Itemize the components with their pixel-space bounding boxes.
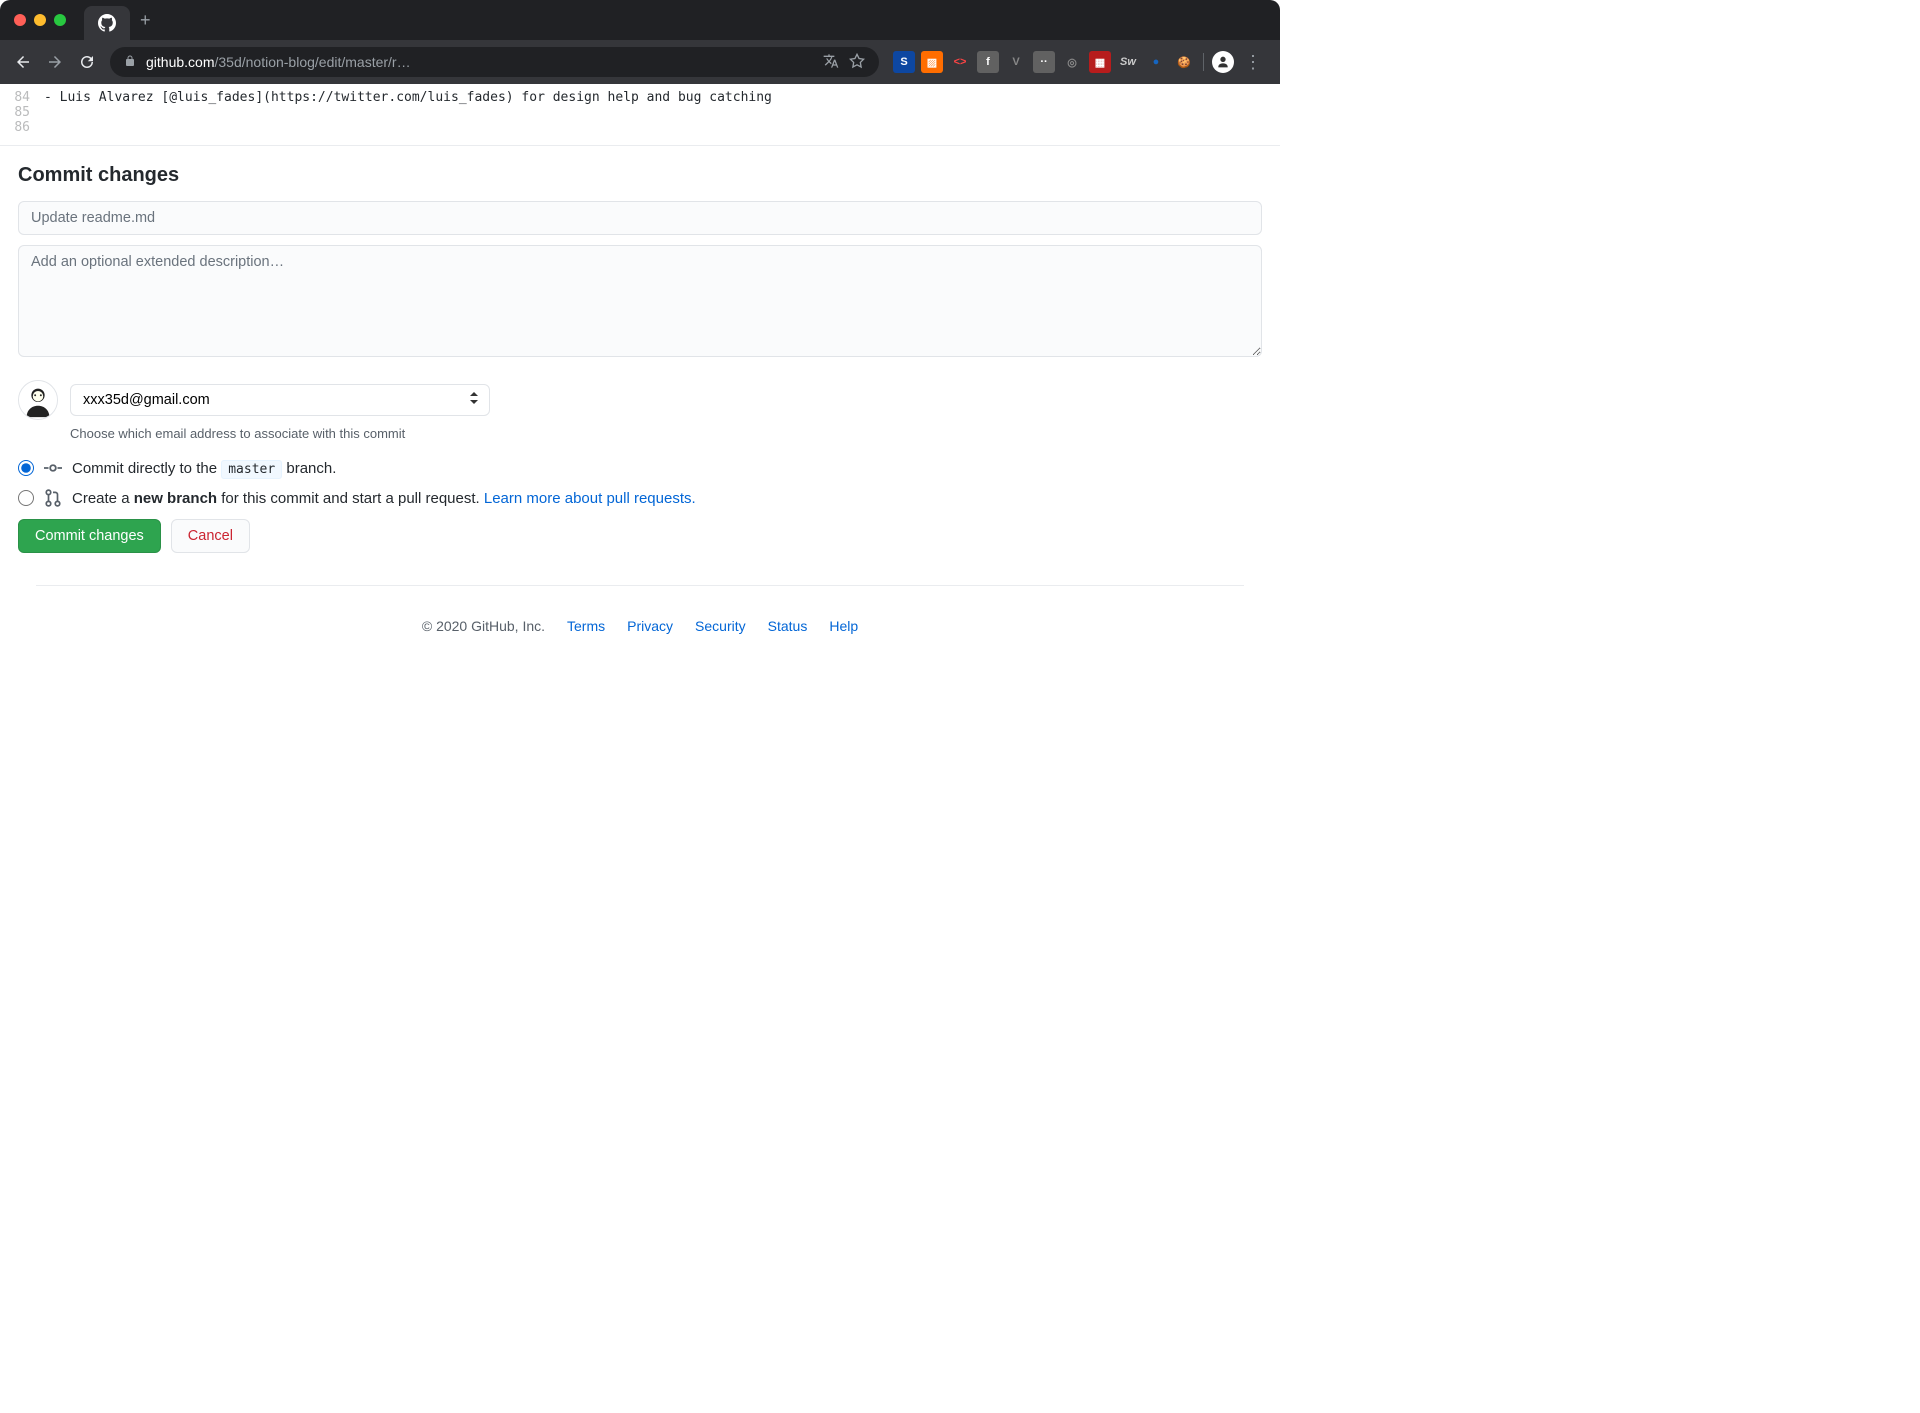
line-number: 86: [10, 120, 44, 135]
translate-icon[interactable]: [823, 53, 839, 72]
commit-new-branch-radio[interactable]: [18, 490, 34, 506]
ext-icon[interactable]: Sw: [1117, 51, 1139, 73]
commit-description-textarea[interactable]: [18, 245, 1262, 357]
reload-button[interactable]: [78, 53, 96, 71]
ext-icon[interactable]: S: [893, 51, 915, 73]
ext-icon[interactable]: ◎: [1061, 51, 1083, 73]
commit-direct-radio[interactable]: [18, 460, 34, 476]
commit-email-select[interactable]: xxx35d@gmail.com: [70, 384, 490, 416]
git-commit-icon: [44, 459, 62, 477]
back-button[interactable]: [14, 53, 32, 71]
footer-link-security[interactable]: Security: [695, 618, 746, 634]
code-editor-area[interactable]: 84- Luis Alvarez [@luis_fades](https://t…: [0, 84, 1280, 146]
ext-icon[interactable]: 🍪: [1173, 51, 1195, 73]
commit-direct-radio-row[interactable]: Commit directly to the master branch.: [18, 459, 1262, 477]
footer-link-privacy[interactable]: Privacy: [627, 618, 673, 634]
ext-icon[interactable]: ●: [1145, 51, 1167, 73]
commit-changes-button[interactable]: Commit changes: [18, 519, 161, 553]
window-minimize-button[interactable]: [34, 14, 46, 26]
github-icon: [98, 14, 116, 32]
bookmark-star-icon[interactable]: [849, 53, 865, 72]
new-tab-button[interactable]: +: [140, 10, 151, 31]
browser-toolbar: github.com/35d/notion-blog/edit/master/r…: [0, 40, 1280, 84]
commit-heading: Commit changes: [18, 164, 1262, 187]
ext-icon[interactable]: V: [1005, 51, 1027, 73]
window-zoom-button[interactable]: [54, 14, 66, 26]
line-number: 84: [10, 90, 44, 105]
lock-icon: [124, 54, 136, 70]
profile-avatar-button[interactable]: [1212, 51, 1234, 73]
footer-copyright: © 2020 GitHub, Inc.: [422, 618, 545, 634]
email-help-text: Choose which email address to associate …: [70, 426, 1262, 441]
ext-icon[interactable]: <>: [949, 51, 971, 73]
browser-menu-button[interactable]: ⋮: [1240, 52, 1266, 73]
forward-button[interactable]: [46, 53, 64, 71]
cancel-button[interactable]: Cancel: [171, 519, 250, 553]
avatar: [18, 380, 58, 420]
window-titlebar: +: [0, 0, 1280, 40]
footer-link-terms[interactable]: Terms: [567, 618, 605, 634]
branch-pill: master: [221, 460, 282, 479]
ext-icon[interactable]: ▨: [921, 51, 943, 73]
footer-link-status[interactable]: Status: [768, 618, 808, 634]
git-pull-request-icon: [44, 489, 62, 507]
footer-link-help[interactable]: Help: [829, 618, 858, 634]
ext-icon[interactable]: ··: [1033, 51, 1055, 73]
learn-more-link[interactable]: Learn more about pull requests.: [484, 490, 696, 507]
ext-icon[interactable]: f: [977, 51, 999, 73]
extensions-row: S ▨ <> f V ·· ◎ ▦ Sw ● 🍪 ⋮: [893, 51, 1266, 73]
footer: © 2020 GitHub, Inc. Terms Privacy Securi…: [36, 585, 1244, 652]
code-text: - Luis Alvarez [@luis_fades](https://twi…: [44, 90, 772, 105]
ext-icon[interactable]: ▦: [1089, 51, 1111, 73]
commit-summary-input[interactable]: [18, 201, 1262, 235]
address-bar[interactable]: github.com/35d/notion-blog/edit/master/r…: [110, 47, 879, 77]
browser-tab[interactable]: [84, 6, 130, 40]
url-text: github.com/35d/notion-blog/edit/master/r…: [146, 54, 411, 70]
line-number: 85: [10, 105, 44, 120]
commit-new-branch-radio-row[interactable]: Create a new branch for this commit and …: [18, 489, 1262, 507]
window-close-button[interactable]: [14, 14, 26, 26]
